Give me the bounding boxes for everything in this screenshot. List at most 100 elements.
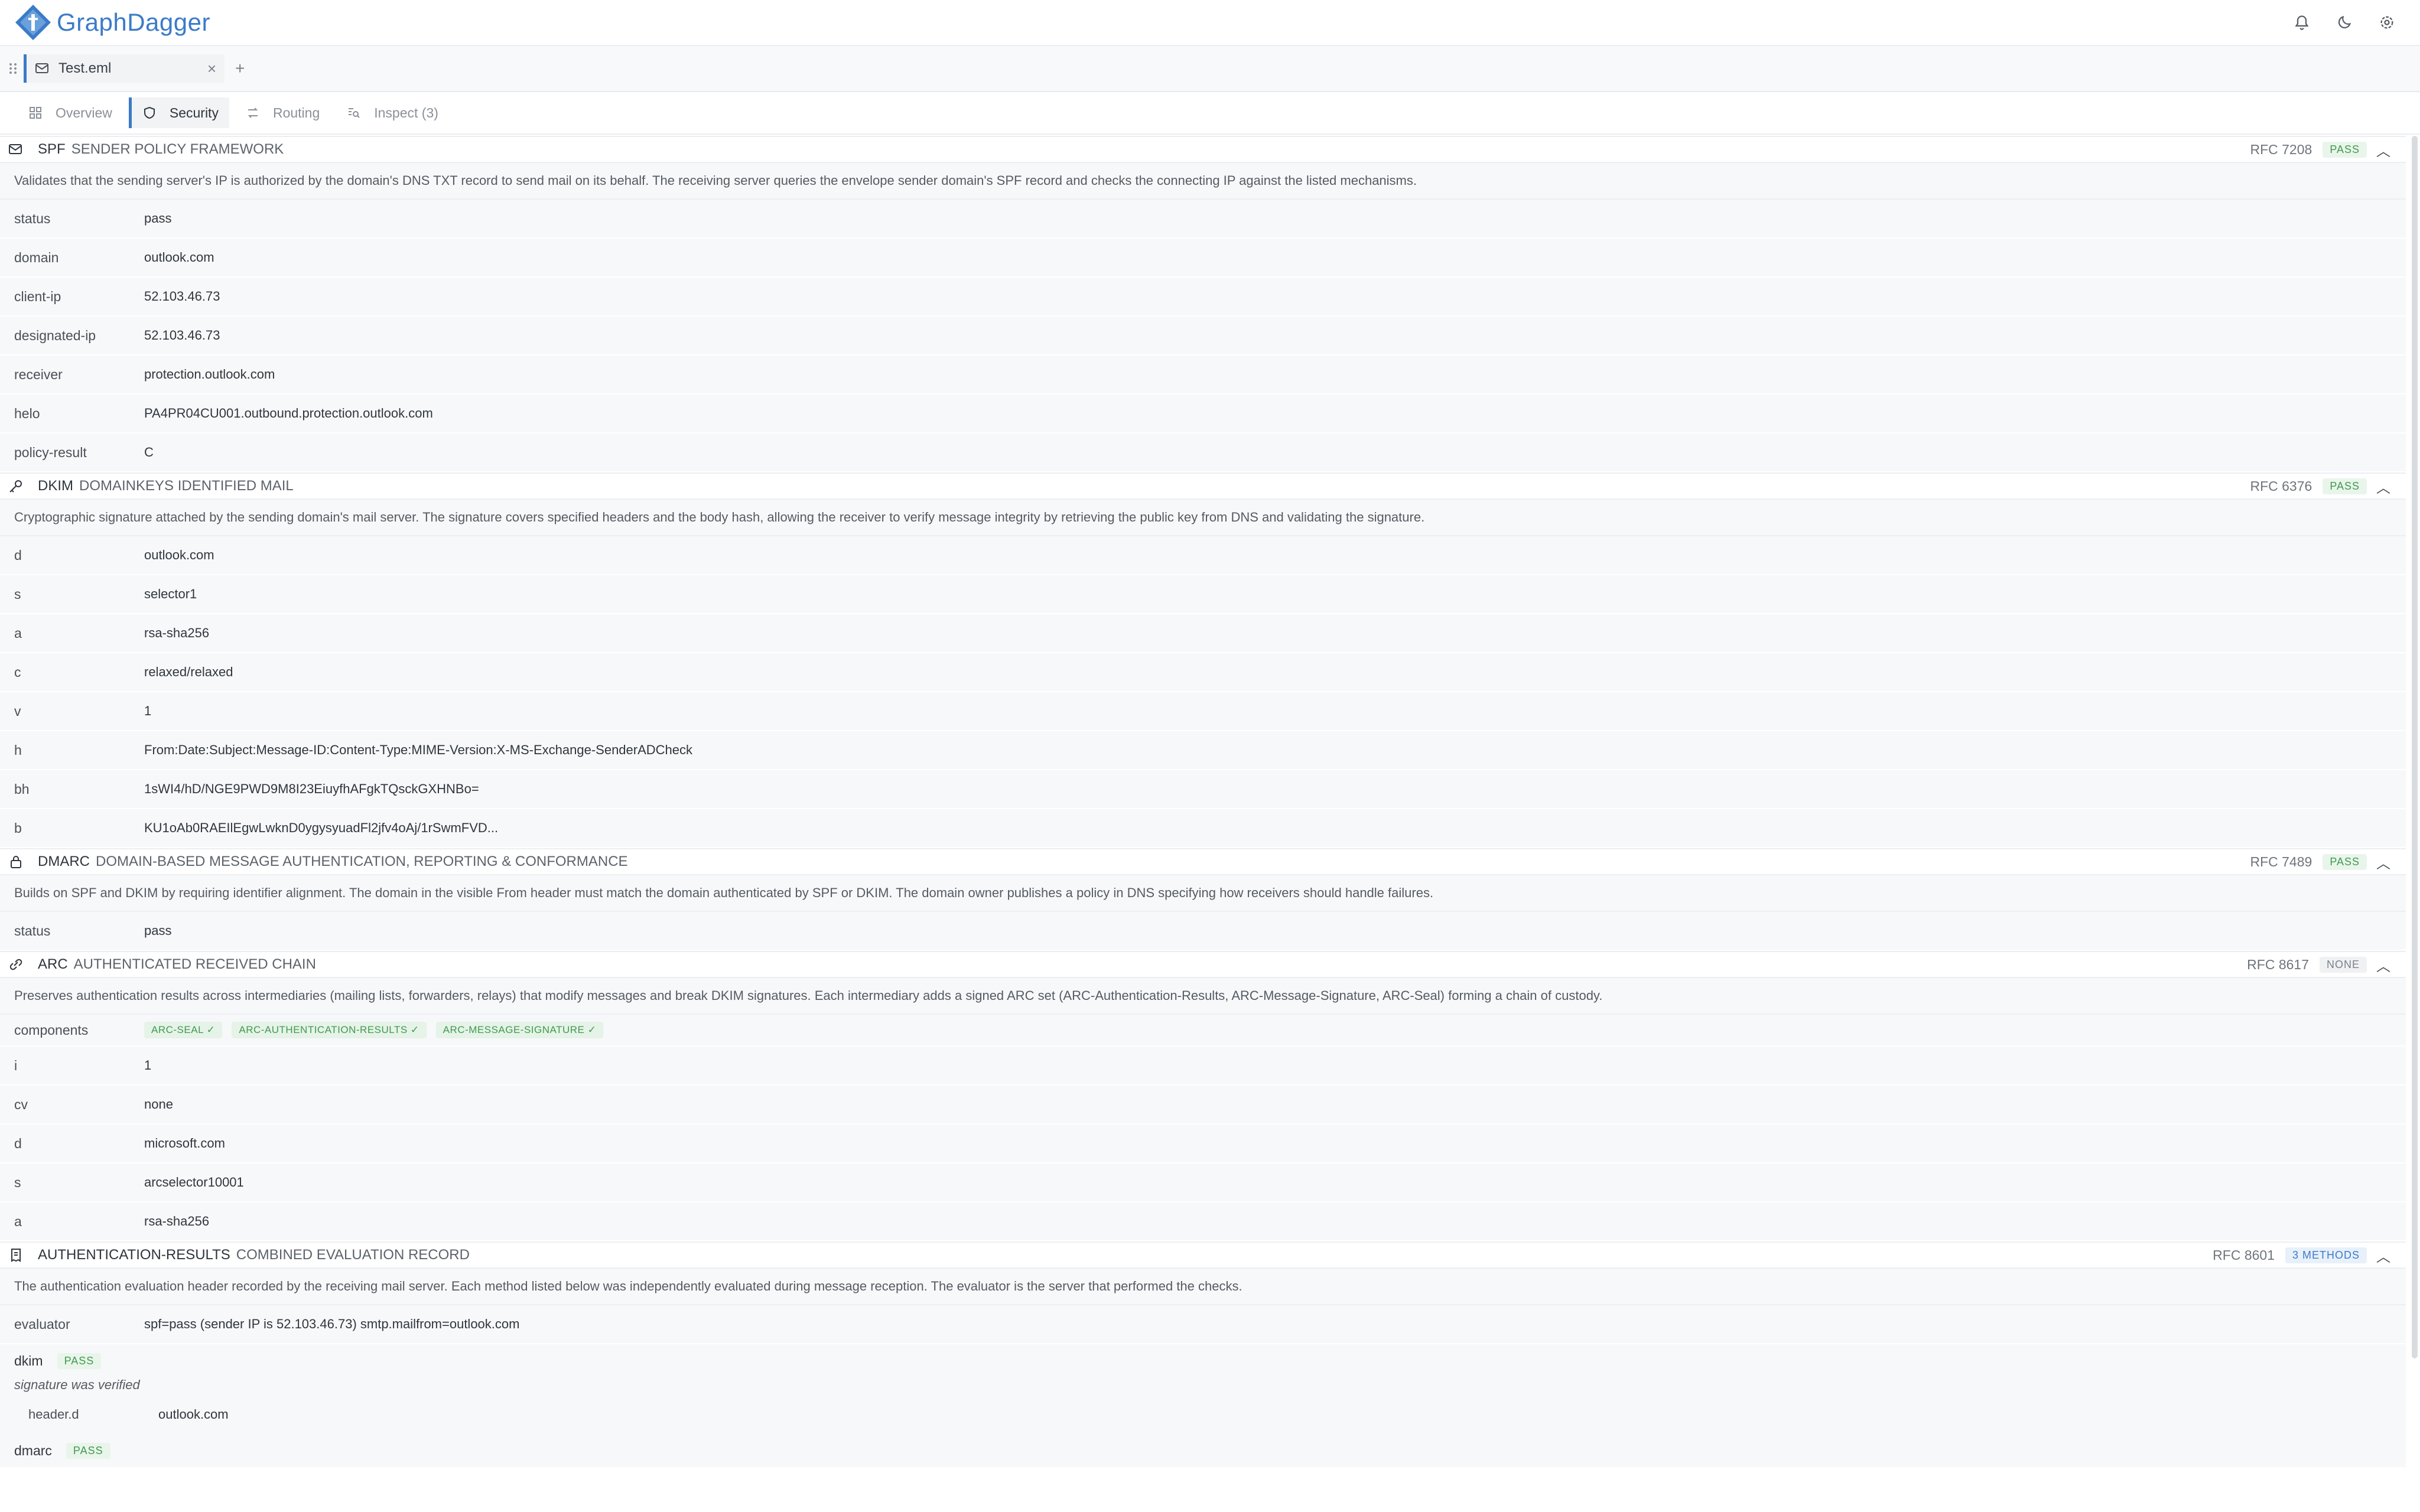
tab-inspect[interactable]: Inspect (3): [336, 97, 449, 128]
collapse-chevron-up-icon[interactable]: ︿: [2376, 476, 2390, 497]
arc-rfc: RFC 8617: [2247, 956, 2309, 972]
row-value: protection.outlook.com: [144, 367, 275, 382]
kv-row: cv none: [0, 1086, 2406, 1125]
tab-overview[interactable]: Overview: [18, 97, 123, 128]
mail-check-icon: [8, 143, 24, 156]
row-value: outlook.com: [144, 548, 214, 562]
row-value: rsa-sha256: [144, 1214, 210, 1228]
row-key: client-ip: [14, 288, 61, 304]
row-value: PA4PR04CU001.outbound.protection.outlook…: [144, 406, 433, 421]
arc-component-chip: ARC-MESSAGE-SIGNATURE ✓: [435, 1022, 604, 1038]
dkim-rfc: RFC 6376: [2250, 478, 2312, 494]
row-key: bh: [14, 781, 30, 797]
row-value: none: [144, 1097, 173, 1112]
auth-method-note: signature was verified: [14, 1377, 140, 1392]
app-logo[interactable]: GraphDagger: [14, 4, 210, 41]
row-key: domain: [14, 249, 59, 265]
kv-row: i1: [0, 1047, 2406, 1086]
view-tab-bar: Overview Security Routing Inspect (3): [0, 92, 2420, 135]
spf-title: SPF: [38, 141, 66, 157]
auth-sub-key: header.d: [28, 1407, 79, 1422]
kv-row: h From:Date:Subject:Message-ID:Content-Ty…: [0, 731, 2406, 770]
row-key: status: [14, 923, 51, 939]
tab-inspect-label: Inspect (3): [374, 105, 438, 120]
row-value: KU1oAb0RAEIlEgwLwknD0ygysyuadFl2jfv4oAj/…: [144, 820, 499, 835]
row-key: b: [14, 820, 22, 836]
inspect-icon: [349, 108, 360, 118]
dmarc-rfc: RFC 7489: [2250, 853, 2312, 869]
row-key: v: [14, 703, 21, 719]
auth-results-rfc: RFC 8601: [2213, 1247, 2275, 1263]
row-key: components: [14, 1022, 89, 1038]
row-key: d: [14, 547, 22, 563]
arc-subtitle: Authenticated Received Chain: [73, 956, 316, 972]
auth-results-section-header[interactable]: AUTHENTICATION-RESULTS Combined Evaluati…: [0, 1241, 2406, 1269]
file-tab[interactable]: Test.eml ×: [24, 54, 225, 83]
dkim-status-badge: PASS: [2323, 478, 2367, 494]
dkim-section-header[interactable]: DKIM DomainKeys Identified Mail RFC 6376…: [0, 472, 2406, 500]
auth-method-name: dmarc: [14, 1442, 52, 1458]
collapse-chevron-up-icon[interactable]: ︿: [2376, 852, 2390, 872]
kv-row: d microsoft.com: [0, 1125, 2406, 1164]
row-value: From:Date:Subject:Message-ID:Content-Typ…: [144, 742, 693, 757]
auth-results-description: The authentication evaluation header rec…: [0, 1269, 2406, 1305]
receipt-icon: [8, 1248, 24, 1262]
kv-row: evaluator spf=pass (sender IP is 52.103.4…: [0, 1305, 2406, 1344]
auth-method-dmarc: dmarc PASS: [0, 1434, 2406, 1467]
collapse-chevron-up-icon[interactable]: ︿: [2376, 954, 2390, 975]
row-key: a: [14, 625, 22, 641]
auth-method-name: dkim: [14, 1353, 43, 1368]
add-tab-button[interactable]: +: [235, 59, 245, 78]
security-content[interactable]: SPF Sender Policy Framework RFC 7208 PAS…: [0, 136, 2406, 1512]
arc-description: Preserves authentication results across …: [0, 978, 2406, 1015]
link-chain-icon: [8, 957, 24, 972]
row-value: rsa-sha256: [144, 625, 210, 640]
lock-icon: [8, 855, 24, 869]
row-value: arcselector10001: [144, 1175, 244, 1190]
theme-moon-icon[interactable]: [2334, 12, 2355, 33]
spf-status-badge: PASS: [2323, 141, 2367, 158]
spf-section-header[interactable]: SPF Sender Policy Framework RFC 7208 PAS…: [0, 136, 2406, 163]
kv-row: domain outlook.com: [0, 239, 2406, 278]
settings-gear-icon[interactable]: [2376, 12, 2398, 33]
graphdagger-logo-icon: [15, 5, 51, 40]
arc-section-header[interactable]: ARC Authenticated Received Chain RFC 861…: [0, 951, 2406, 978]
row-value: 1: [144, 1058, 152, 1073]
collapse-chevron-up-icon[interactable]: ︿: [2376, 139, 2390, 160]
notifications-bell-icon[interactable]: [2291, 12, 2312, 33]
tab-security-label: Security: [169, 105, 219, 120]
drag-handle-icon[interactable]: [8, 61, 18, 76]
file-tab-label: Test.eml: [58, 60, 112, 76]
spf-subtitle: Sender Policy Framework: [71, 141, 284, 157]
dkim-title: DKIM: [38, 478, 73, 494]
app-header: GraphDagger: [0, 0, 2420, 46]
tab-overview-label: Overview: [56, 105, 112, 120]
kv-row: b KU1oAb0RAEIlEgwLwknD0ygysyuadFl2jfv4oAj…: [0, 809, 2406, 848]
dmarc-subtitle: Domain-based Message Authentication, Rep…: [96, 853, 628, 869]
kv-row: helo PA4PR04CU001.outbound.protection.out…: [0, 395, 2406, 434]
arc-title: ARC: [38, 956, 68, 972]
key-icon: [8, 479, 24, 493]
auth-sub-value: outlook.com: [158, 1407, 229, 1422]
kv-row: s selector1: [0, 575, 2406, 614]
vertical-scrollbar[interactable]: [2412, 136, 2418, 1358]
kv-row: bh 1sWI4/hD/NGE9PWD9M8I23EiuyfhAFgkTQsckG…: [0, 770, 2406, 809]
auth-results-title: AUTHENTICATION-RESULTS: [38, 1247, 230, 1263]
row-key: d: [14, 1135, 22, 1151]
close-tab-icon[interactable]: ×: [207, 60, 216, 78]
row-key: i: [14, 1057, 18, 1073]
row-value: 1: [144, 703, 152, 718]
dmarc-section-header[interactable]: DMARC Domain-based Message Authenticatio…: [0, 848, 2406, 875]
auth-results-subtitle: Combined Evaluation Record: [236, 1247, 470, 1263]
row-value: microsoft.com: [144, 1136, 225, 1151]
row-key: a: [14, 1213, 22, 1229]
tab-security[interactable]: Security: [128, 97, 229, 128]
file-tab-bar: Test.eml × +: [0, 46, 2420, 92]
overview-icon: [30, 107, 41, 119]
row-value: selector1: [144, 586, 197, 601]
tab-routing[interactable]: Routing: [235, 97, 330, 128]
collapse-chevron-up-icon[interactable]: ︿: [2376, 1245, 2390, 1266]
shield-icon: [144, 106, 155, 119]
kv-row: a rsa-sha256: [0, 1203, 2406, 1241]
auth-method-badge: PASS: [66, 1442, 110, 1459]
